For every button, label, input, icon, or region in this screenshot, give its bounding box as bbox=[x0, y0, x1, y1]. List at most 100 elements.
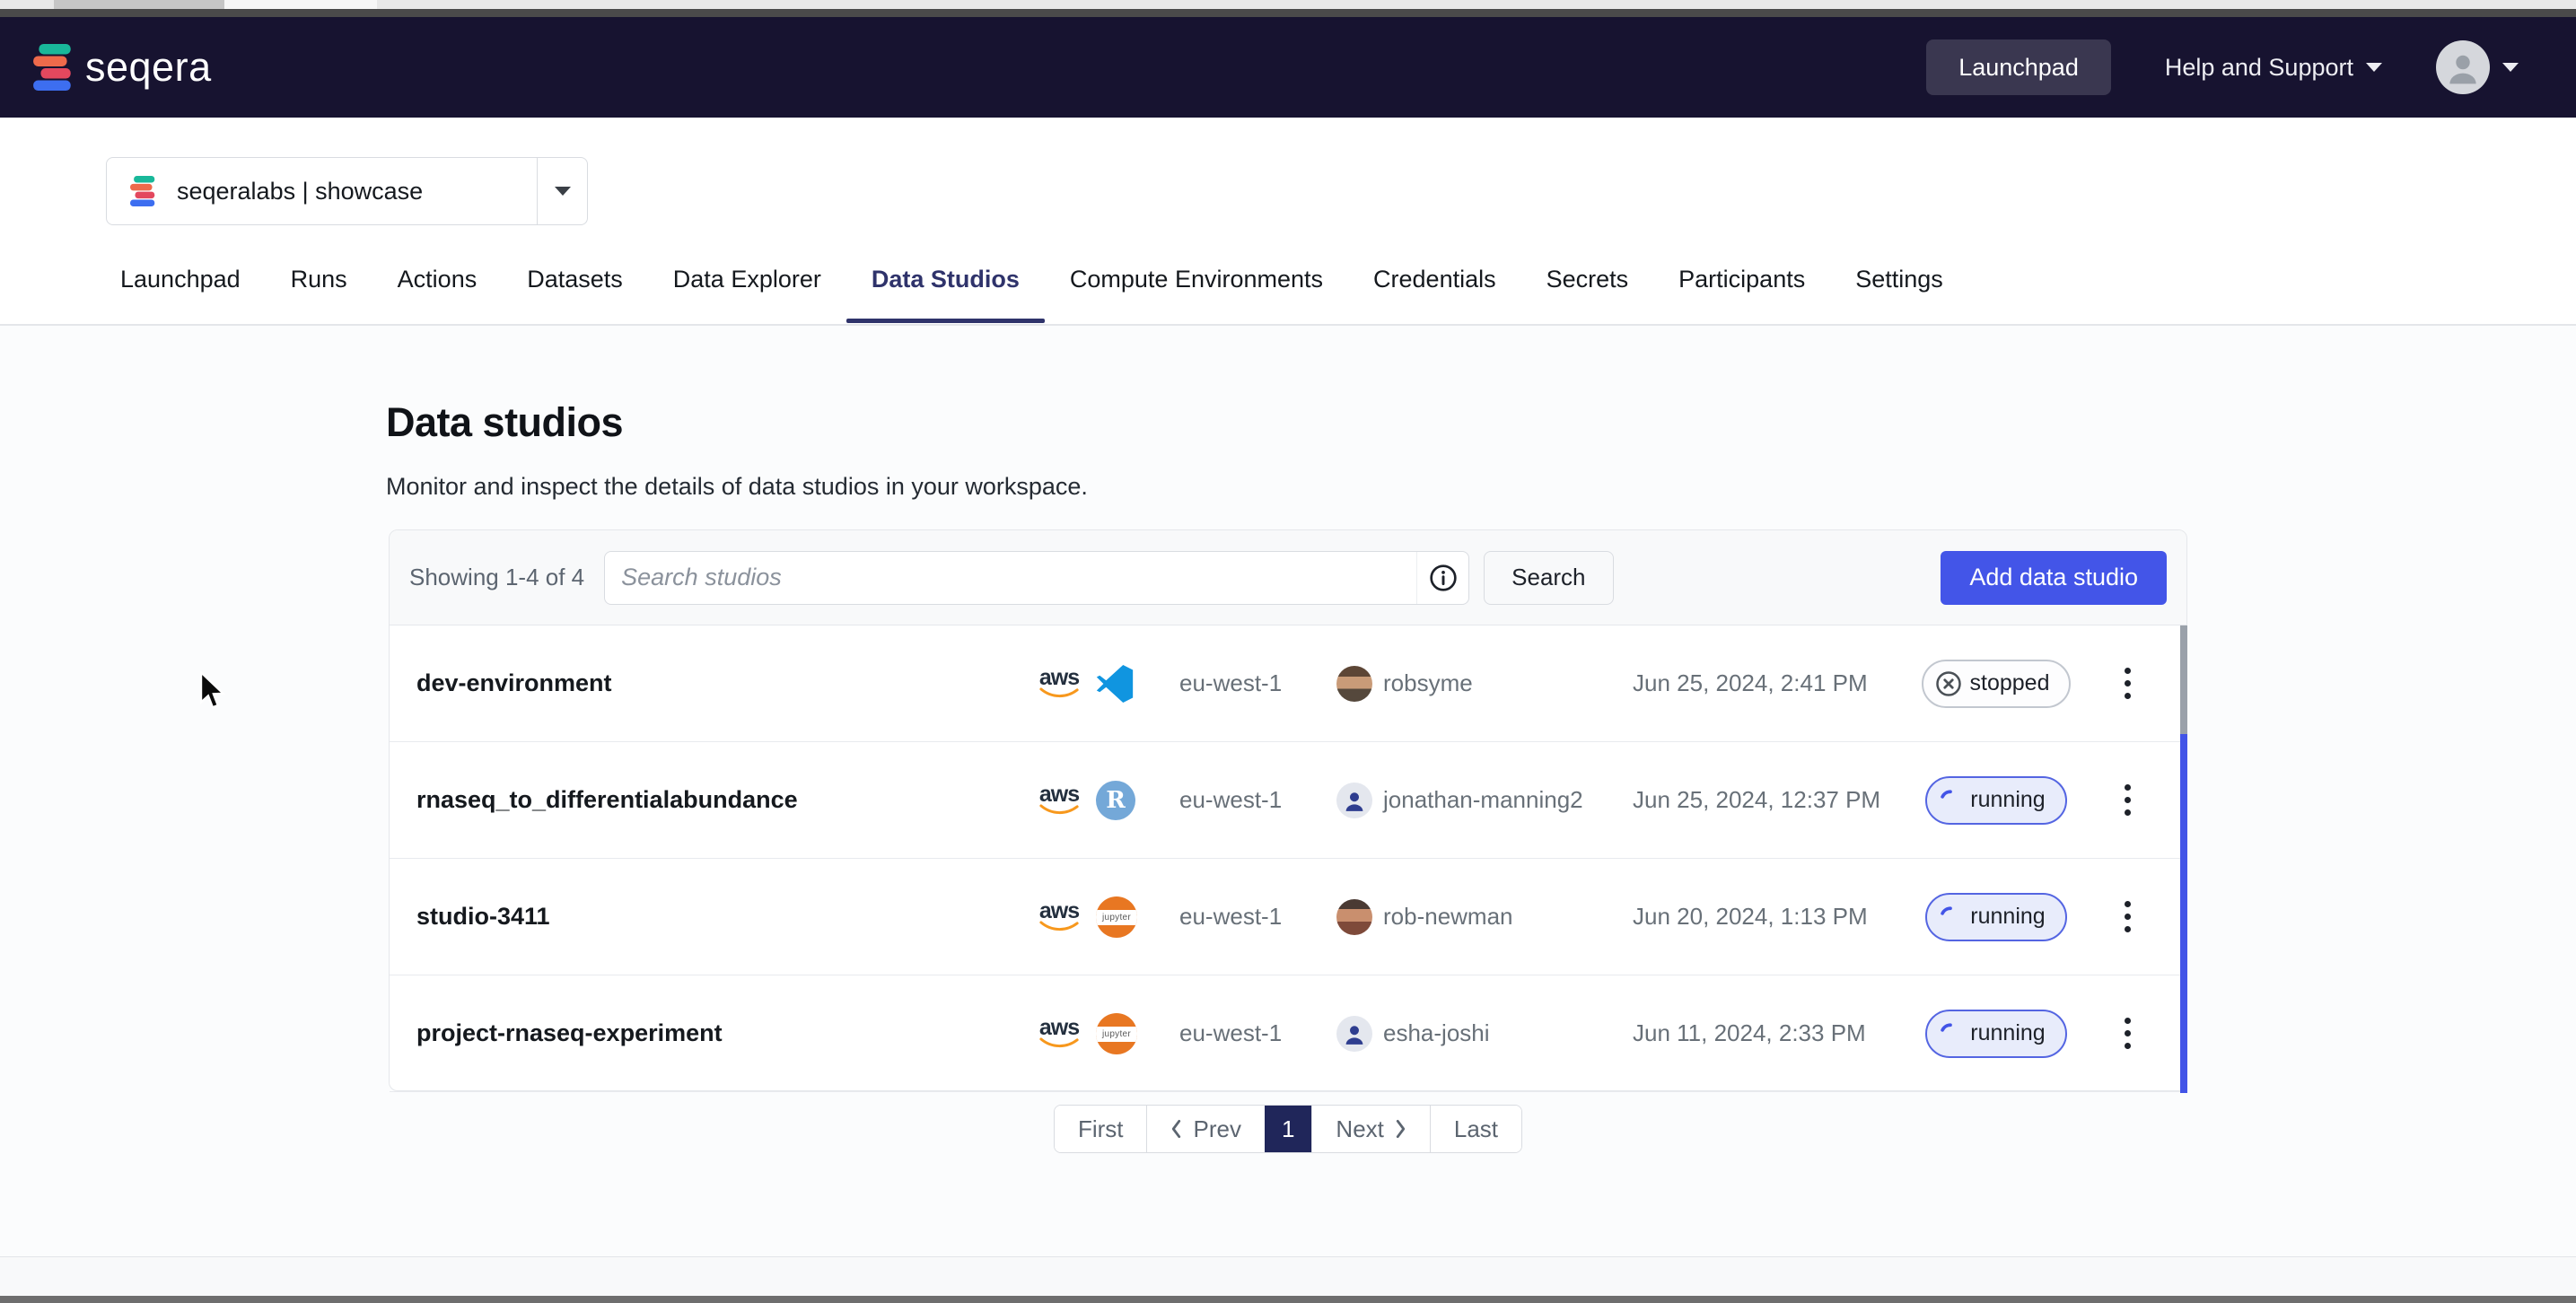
aws-icon: aws bbox=[1037, 668, 1082, 700]
row-menu-button[interactable] bbox=[2107, 1002, 2147, 1065]
browser-edge-segment bbox=[224, 0, 377, 9]
launchpad-nav-button[interactable]: Launchpad bbox=[1926, 39, 2111, 95]
jupyter-wordmark: jupyter bbox=[1096, 1027, 1137, 1042]
seqera-mark-icon bbox=[130, 176, 157, 206]
user-avatar bbox=[1336, 783, 1372, 818]
row-menu-button[interactable] bbox=[2107, 769, 2147, 832]
table-row: rnaseq_to_differentialabundance aws R eu… bbox=[390, 742, 2186, 859]
username: esha-joshi bbox=[1383, 1019, 1490, 1047]
tab-actions[interactable]: Actions bbox=[372, 253, 503, 317]
table-row: dev-environment aws eu-west-1 robsyme Ju… bbox=[390, 625, 2186, 742]
user-avatar bbox=[1336, 666, 1372, 702]
mouse-cursor bbox=[197, 671, 228, 713]
help-support-menu[interactable]: Help and Support bbox=[2165, 54, 2382, 82]
studio-name[interactable]: studio-3411 bbox=[416, 903, 1031, 931]
tab-data-explorer[interactable]: Data Explorer bbox=[648, 253, 846, 317]
workspace-dropdown-toggle[interactable] bbox=[537, 158, 587, 224]
table-row: project-rnaseq-experiment aws jupyter eu… bbox=[390, 975, 2186, 1092]
workspace-selector[interactable]: seqeralabs | showcase bbox=[106, 157, 588, 225]
studio-name[interactable]: rnaseq_to_differentialabundance bbox=[416, 786, 1031, 814]
aws-icon: aws bbox=[1037, 784, 1082, 817]
page-subtitle: Monitor and inspect the details of data … bbox=[386, 473, 1088, 501]
pagination-current-page[interactable]: 1 bbox=[1265, 1106, 1311, 1152]
browser-edge-strip bbox=[0, 0, 2576, 9]
search-input[interactable] bbox=[605, 552, 1416, 604]
tab-data-studios[interactable]: Data Studios bbox=[846, 253, 1045, 317]
aws-wordmark: aws bbox=[1039, 901, 1079, 922]
tab-settings[interactable]: Settings bbox=[1830, 253, 1968, 317]
row-menu-button[interactable] bbox=[2107, 652, 2147, 715]
aws-icon: aws bbox=[1037, 1018, 1082, 1050]
pagination-next[interactable]: Next bbox=[1311, 1106, 1429, 1152]
status-cell: running bbox=[1924, 776, 2068, 825]
spinner-icon bbox=[1939, 1022, 1962, 1045]
user-cell: rob-newman bbox=[1336, 899, 1633, 935]
pagination-prev[interactable]: Prev bbox=[1146, 1106, 1264, 1152]
status-cell: running bbox=[1924, 893, 2068, 941]
seqera-logo[interactable]: seqera bbox=[33, 44, 212, 91]
navbar-right: Launchpad Help and Support bbox=[1926, 39, 2519, 95]
info-icon bbox=[1429, 564, 1458, 592]
studio-name[interactable]: project-rnaseq-experiment bbox=[416, 1019, 1031, 1047]
status-label: running bbox=[1970, 787, 2045, 813]
browser-chrome-strip bbox=[0, 9, 2576, 17]
help-support-label: Help and Support bbox=[2165, 54, 2353, 82]
user-menu[interactable] bbox=[2436, 40, 2519, 94]
spinner-icon bbox=[1939, 905, 1962, 929]
status-badge: running bbox=[1925, 893, 2066, 941]
chevron-down-icon bbox=[555, 187, 571, 196]
vscode-icon bbox=[1096, 664, 1134, 704]
status-cell: running bbox=[1924, 1010, 2068, 1058]
status-badge: stopped bbox=[1922, 660, 2072, 708]
search-info-toggle[interactable] bbox=[1416, 552, 1468, 604]
workspace-tabs: Launchpad Runs Actions Datasets Data Exp… bbox=[95, 253, 1968, 317]
pagination-last[interactable]: Last bbox=[1430, 1106, 1521, 1152]
aws-wordmark: aws bbox=[1039, 784, 1079, 805]
tab-datasets[interactable]: Datasets bbox=[502, 253, 648, 317]
tab-runs[interactable]: Runs bbox=[266, 253, 372, 317]
jupyter-icon: jupyter bbox=[1096, 1013, 1137, 1054]
aws-icon: aws bbox=[1037, 901, 1082, 933]
showing-count: Showing 1-4 of 4 bbox=[409, 564, 584, 591]
tab-credentials[interactable]: Credentials bbox=[1348, 253, 1521, 317]
kebab-icon bbox=[2125, 668, 2131, 674]
data-studios-card: Showing 1-4 of 4 Search Add data studio … bbox=[389, 529, 2187, 1091]
user-avatar bbox=[2436, 40, 2490, 94]
tab-compute-environments[interactable]: Compute Environments bbox=[1045, 253, 1348, 317]
platform-icons: aws bbox=[1031, 664, 1179, 704]
tab-launchpad[interactable]: Launchpad bbox=[95, 253, 266, 317]
actions-cell bbox=[2068, 886, 2186, 949]
jupyter-wordmark: jupyter bbox=[1096, 910, 1137, 925]
person-icon bbox=[1341, 1020, 1368, 1047]
row-menu-button[interactable] bbox=[2107, 886, 2147, 949]
timestamp: Jun 20, 2024, 1:13 PM bbox=[1633, 903, 1924, 931]
pagination-first[interactable]: First bbox=[1055, 1106, 1147, 1152]
platform-icons: aws jupyter bbox=[1031, 896, 1179, 938]
status-badge: running bbox=[1925, 776, 2066, 825]
studio-name[interactable]: dev-environment bbox=[416, 669, 1031, 697]
top-navbar: seqera Launchpad Help and Support bbox=[0, 17, 2576, 118]
tab-participants[interactable]: Participants bbox=[1653, 253, 1830, 317]
chevron-down-icon bbox=[2366, 63, 2382, 72]
brand-wordmark: seqera bbox=[85, 44, 212, 91]
pagination-prev-label: Prev bbox=[1193, 1115, 1240, 1143]
search-button[interactable]: Search bbox=[1484, 551, 1613, 605]
platform-icons: aws jupyter bbox=[1031, 1013, 1179, 1054]
pagination-next-label: Next bbox=[1336, 1115, 1383, 1143]
scrollbar-thumb[interactable] bbox=[2180, 625, 2187, 734]
person-icon bbox=[1341, 787, 1368, 814]
add-data-studio-button[interactable]: Add data studio bbox=[1941, 551, 2167, 605]
tab-secrets[interactable]: Secrets bbox=[1521, 253, 1654, 317]
footer bbox=[0, 1257, 2576, 1296]
kebab-icon bbox=[2125, 1018, 2131, 1024]
user-cell: robsyme bbox=[1336, 666, 1633, 702]
aws-smile bbox=[1039, 687, 1079, 699]
jupyter-icon: jupyter bbox=[1096, 896, 1137, 938]
person-icon bbox=[2443, 48, 2483, 87]
timestamp: Jun 25, 2024, 2:41 PM bbox=[1633, 669, 1924, 697]
region: eu-west-1 bbox=[1179, 1019, 1336, 1047]
actions-cell bbox=[2068, 652, 2186, 715]
actions-cell bbox=[2068, 1002, 2186, 1065]
rstudio-icon: R bbox=[1096, 781, 1135, 820]
scrollbar-track[interactable] bbox=[2180, 734, 2187, 1093]
